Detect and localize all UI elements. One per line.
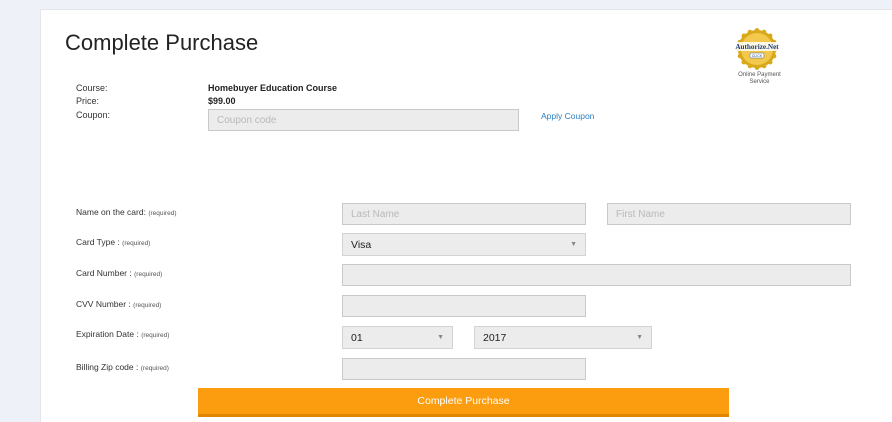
expiration-month-select[interactable]: 01 ▼ xyxy=(342,326,453,349)
svg-text:CLICK: CLICK xyxy=(752,54,763,58)
billing-zip-label-text: Billing Zip code : xyxy=(76,362,139,372)
card-number-label: Card Number : (required) xyxy=(76,268,162,278)
page-title: Complete Purchase xyxy=(65,30,259,55)
last-name-placeholder: Last Name xyxy=(351,208,400,220)
expiration-year-value: 2017 xyxy=(483,331,507,344)
svg-text:Authorize.Net: Authorize.Net xyxy=(735,43,779,51)
name-on-card-label-text: Name on the card: xyxy=(76,207,146,217)
apply-coupon-link[interactable]: Apply Coupon xyxy=(541,111,594,121)
chevron-down-icon: ▼ xyxy=(570,241,577,248)
expiration-month-value: 01 xyxy=(351,331,363,344)
expiration-year-select[interactable]: 2017 ▼ xyxy=(474,326,652,349)
required-note: (required) xyxy=(133,302,162,309)
authorize-net-seal-icon: Authorize.Net CLICK xyxy=(735,28,779,70)
coupon-input[interactable]: Coupon code xyxy=(208,109,519,131)
cvv-input[interactable] xyxy=(342,295,586,317)
course-value: Homebuyer Education Course xyxy=(208,83,338,93)
required-note: (required) xyxy=(141,332,170,339)
last-name-input[interactable]: Last Name xyxy=(342,203,586,225)
card-number-label-text: Card Number : xyxy=(76,268,132,278)
seal-caption-line1: Online Payment xyxy=(738,72,781,78)
card-type-value: Visa xyxy=(351,238,372,251)
required-note: (required) xyxy=(148,210,177,217)
required-note: (required) xyxy=(140,365,169,372)
chevron-down-icon: ▼ xyxy=(437,334,444,341)
first-name-placeholder: First Name xyxy=(616,208,665,220)
cvv-label: CVV Number : (required) xyxy=(76,299,161,309)
required-note: (required) xyxy=(134,271,163,278)
first-name-input[interactable]: First Name xyxy=(607,203,851,225)
expiration-date-label: Expiration Date : (required) xyxy=(76,329,169,339)
billing-zip-input[interactable] xyxy=(342,358,586,380)
course-label: Course: xyxy=(76,83,108,93)
seal-caption: Online Payment Service xyxy=(722,72,797,86)
card-type-label-text: Card Type : xyxy=(76,237,120,247)
price-value: $99.00 xyxy=(208,96,236,106)
coupon-label: Coupon: xyxy=(76,110,111,120)
complete-purchase-button[interactable]: Complete Purchase xyxy=(198,388,729,417)
billing-zip-label: Billing Zip code : (required) xyxy=(76,362,169,372)
seal-caption-line2: Service xyxy=(749,79,770,85)
card-type-select[interactable]: Visa ▼ xyxy=(342,233,586,256)
coupon-placeholder: Coupon code xyxy=(217,114,277,126)
card-number-input[interactable] xyxy=(342,264,851,286)
expiration-date-label-text: Expiration Date : xyxy=(76,329,139,339)
card-type-label: Card Type : (required) xyxy=(76,237,150,247)
authorize-net-seal[interactable]: Authorize.Net CLICK Online Payment Servi… xyxy=(722,24,797,92)
required-note: (required) xyxy=(122,240,151,247)
name-on-card-label: Name on the card: (required) xyxy=(76,207,177,217)
chevron-down-icon: ▼ xyxy=(636,334,643,341)
price-label: Price: xyxy=(76,96,100,106)
cvv-label-text: CVV Number : xyxy=(76,299,131,309)
